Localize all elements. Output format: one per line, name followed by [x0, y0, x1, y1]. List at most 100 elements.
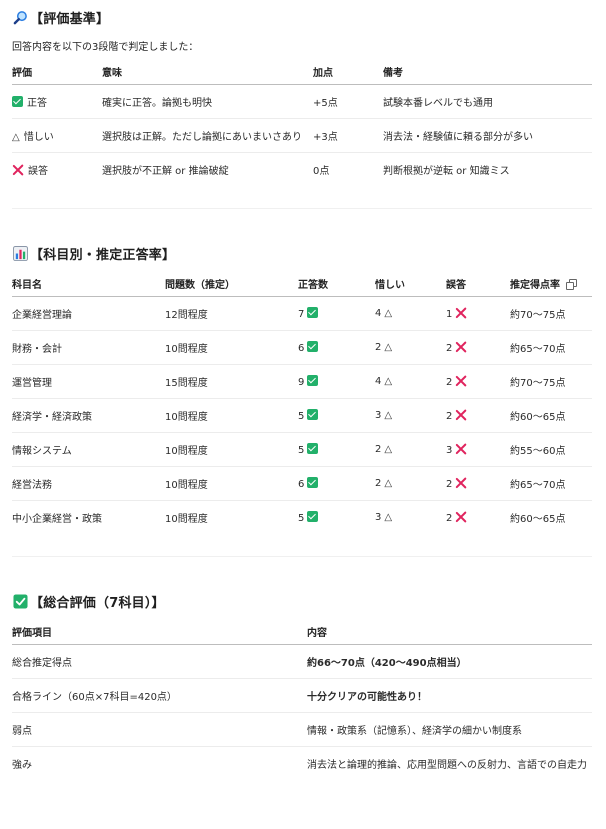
correct-cell: 6	[298, 330, 375, 365]
header-note: 備考	[383, 60, 592, 85]
subject-row: 企業経営理論 12問程度 7 4 △ 1 約70〜75点	[12, 296, 592, 331]
rating-cell: △ 惜しい	[12, 118, 102, 153]
rating-label: 正答	[27, 97, 47, 109]
subject-name: 企業経営理論	[12, 296, 165, 331]
score-rate: 約65〜70点	[510, 330, 592, 365]
wrong-cell: 2	[446, 364, 510, 399]
criteria-header-row: 評価 意味 加点 備考	[12, 60, 592, 85]
close-cell: 2 △	[375, 432, 446, 467]
points-cell: +5点	[313, 84, 383, 119]
correct-count: 5	[298, 410, 305, 422]
subject-name: 経済学・経済政策	[12, 398, 165, 433]
correct-count: 5	[298, 512, 305, 524]
points-cell: +3点	[313, 118, 383, 153]
cross-icon	[12, 164, 24, 176]
summary-content: 十分クリアの可能性あり！	[307, 678, 592, 713]
check-icon	[307, 340, 319, 352]
close-cell: 4 △	[375, 296, 446, 331]
summary-row: 総合推定得点 約66〜70点（420〜490点相当）	[12, 644, 592, 679]
summary-content: 情報・政策系（記憶系）、経済学の細かい制度系	[307, 712, 592, 747]
wrong-cell: 3	[446, 432, 510, 467]
copy-icon[interactable]	[566, 279, 577, 291]
score-rate: 約70〜75点	[510, 296, 592, 331]
close-count: 2	[375, 477, 382, 489]
check-box-icon	[12, 593, 28, 609]
correct-cell: 7	[298, 296, 375, 331]
cross-icon	[455, 375, 467, 387]
header-rating: 評価	[12, 60, 102, 85]
summary-item: 合格ライン（60点×7科目=420点）	[12, 678, 307, 713]
header-rate: 推定得点率	[510, 272, 592, 297]
header-question-count: 問題数（推定）	[165, 272, 298, 297]
header-wrong: 誤答	[446, 272, 510, 297]
header-item: 評価項目	[12, 620, 307, 645]
criteria-intro: 回答内容を以下の3段階で判定しました：	[12, 42, 199, 53]
note-cell: 試験本番レベルでも通用	[383, 84, 592, 119]
header-correct: 正答数	[298, 272, 375, 297]
subject-row: 運営管理 15問程度 9 4 △ 2 約70〜75点	[12, 364, 592, 399]
cross-icon	[455, 477, 467, 489]
criteria-section-title: 【評価基準】	[12, 6, 592, 28]
subjects-header-row: 科目名 問題数（推定） 正答数 惜しい 誤答 推定得点率	[12, 272, 592, 297]
question-count: 10問程度	[165, 330, 298, 365]
criteria-row: 正答 確実に正答。論拠も明快 +5点 試験本番レベルでも通用	[12, 84, 592, 119]
subjects-title-text: 【科目別・推定正答率】	[30, 247, 176, 263]
meaning-cell: 選択肢は正解。ただし論拠にあいまいさあり	[102, 118, 313, 153]
header-rate-label: 推定得点率	[510, 280, 560, 292]
criteria-row: 誤答 選択肢が不正解 or 推論破綻 0点 判断根拠が逆転 or 知識ミス	[12, 152, 592, 186]
triangle-icon: △	[384, 443, 393, 455]
score-rate: 約60〜65点	[510, 398, 592, 433]
correct-cell: 5	[298, 432, 375, 467]
header-meaning: 意味	[102, 60, 313, 85]
cross-icon	[455, 443, 467, 455]
check-icon	[307, 476, 319, 488]
subject-name: 経営法務	[12, 466, 165, 501]
triangle-icon: △	[12, 131, 20, 143]
cross-icon	[455, 409, 467, 421]
close-cell: 3 △	[375, 398, 446, 433]
wrong-count: 2	[446, 478, 453, 490]
meaning-cell: 選択肢が不正解 or 推論破綻	[102, 165, 229, 177]
close-cell: 2 △	[375, 330, 446, 365]
rating-cell: 誤答	[12, 152, 102, 186]
page: 【評価基準】 回答内容を以下の3段階で判定しました： 評価 意味 加点 備考 正…	[0, 0, 606, 829]
correct-count: 7	[298, 308, 305, 320]
header-close: 惜しい	[375, 272, 446, 297]
close-count: 2	[375, 443, 382, 455]
summary-item: 強み	[12, 759, 32, 771]
correct-count: 6	[298, 342, 305, 354]
score-rate: 約60〜65点	[510, 513, 566, 525]
question-count: 12問程度	[165, 296, 298, 331]
subject-name: 情報システム	[12, 432, 165, 467]
bar-chart-icon	[12, 245, 28, 261]
close-cell: 2 △	[375, 466, 446, 501]
points-cell: 0点	[313, 165, 330, 177]
correct-cell: 9	[298, 364, 375, 399]
wrong-count: 2	[446, 376, 453, 388]
rating-label: 惜しい	[23, 131, 54, 143]
cross-icon	[455, 511, 467, 523]
subject-row: 財務・会計 10問程度 6 2 △ 2 約65〜70点	[12, 330, 592, 365]
magnifier-icon	[12, 9, 28, 25]
triangle-icon: △	[384, 511, 393, 523]
summary-header-row: 評価項目 内容	[12, 620, 592, 645]
wrong-count: 3	[446, 444, 453, 456]
note-cell: 判断根拠が逆転 or 知識ミス	[383, 165, 510, 177]
wrong-cell: 2	[446, 330, 510, 365]
score-rate: 約65〜70点	[510, 466, 592, 501]
subject-row: 情報システム 10問程度 5 2 △ 3 約55〜60点	[12, 432, 592, 467]
question-count: 15問程度	[165, 364, 298, 399]
question-count: 10問程度	[165, 432, 298, 467]
check-icon	[307, 442, 319, 454]
triangle-icon: △	[384, 307, 393, 319]
meaning-cell: 確実に正答。論拠も明快	[102, 84, 313, 119]
wrong-count: 2	[446, 410, 453, 422]
subjects-table: 科目名 問題数（推定） 正答数 惜しい 誤答 推定得点率 企業経営理論 12問程度…	[12, 272, 592, 534]
check-icon	[307, 408, 319, 420]
question-count: 10問程度	[165, 398, 298, 433]
close-count: 4	[375, 375, 382, 387]
criteria-title-text: 【評価基準】	[30, 11, 110, 27]
correct-cell: 5	[298, 398, 375, 433]
wrong-cell: 1	[446, 296, 510, 331]
triangle-icon: △	[384, 375, 393, 387]
